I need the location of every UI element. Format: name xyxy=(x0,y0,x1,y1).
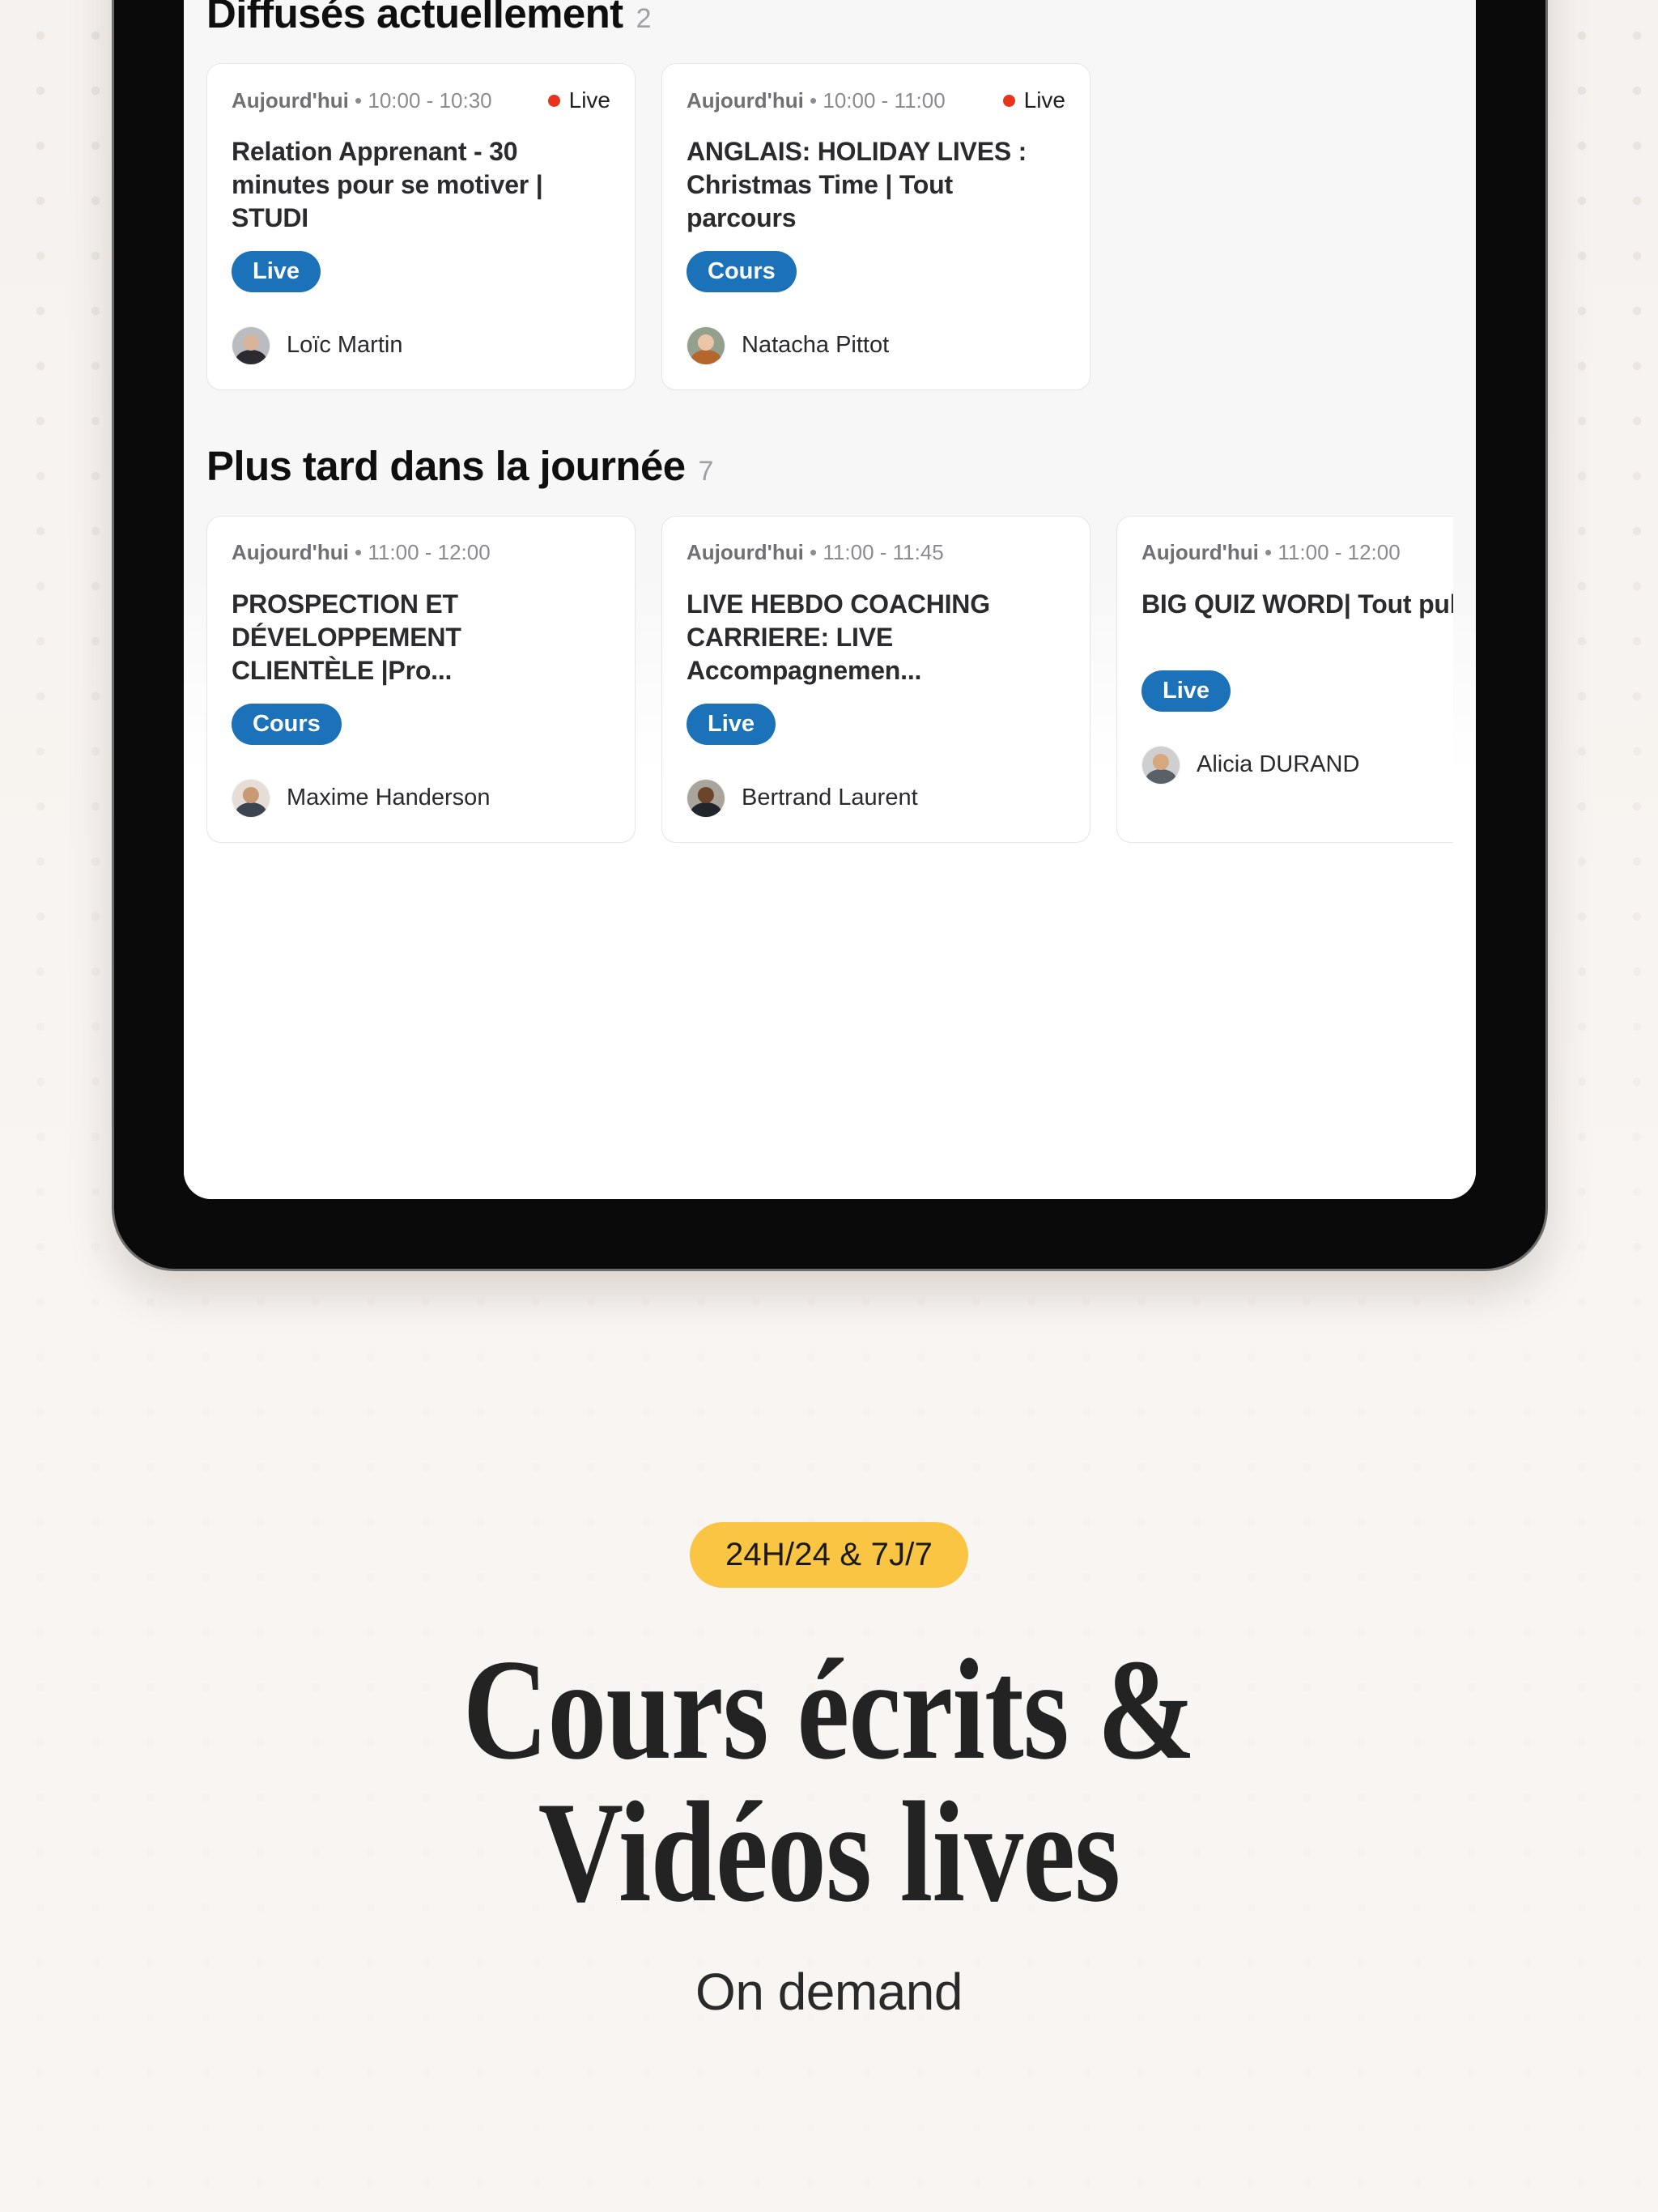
card-title: ANGLAIS: HOLIDAY LIVES : Christmas Time … xyxy=(687,137,1027,232)
card-time: Aujourd'hui • 11:00 - 12:00 xyxy=(1141,540,1401,565)
page-title-line-1: Cours écrits & xyxy=(462,1629,1196,1789)
card-day: Aujourd'hui xyxy=(687,540,804,565)
app-viewport: Rechercher un live Autres formations xyxy=(184,0,1476,1199)
author-name: Loïc Martin xyxy=(287,332,403,359)
card-type-badge: Cours xyxy=(687,250,797,292)
live-card[interactable]: Aujourd'hui • 11:00 - 12:00 BIG QUIZ WOR… xyxy=(1116,515,1453,843)
card-author: Natacha Pittot xyxy=(687,325,1065,365)
live-card[interactable]: Aujourd'hui • 10:00 - 10:30 Live Relatio… xyxy=(206,63,636,390)
author-name: Natacha Pittot xyxy=(742,332,890,359)
card-author: Alicia DURAND xyxy=(1141,745,1453,785)
section-title: Plus tard dans la journée xyxy=(206,442,686,489)
card-header: Aujourd'hui • 11:00 - 12:00 xyxy=(1141,539,1453,567)
card-title: Relation Apprenant - 30 minutes pour se … xyxy=(232,137,543,232)
card-time: Aujourd'hui • 11:00 - 12:00 xyxy=(232,540,491,565)
card-day: Aujourd'hui xyxy=(1141,540,1259,565)
card-timerange: 10:00 - 11:00 xyxy=(823,87,946,113)
card-day: Aujourd'hui xyxy=(232,540,349,565)
card-type-badge: Live xyxy=(687,703,776,745)
card-title: BIG QUIZ WORD| Tout public xyxy=(1141,589,1453,619)
page-title: Cours écrits & Vidéos lives xyxy=(149,1629,1508,1933)
card-author: Loïc Martin xyxy=(232,325,610,365)
section-diffuses-actuellement: Diffusés actuellement 2 Aujourd'hui • 10… xyxy=(184,0,1476,390)
author-name: Maxime Handerson xyxy=(287,785,491,811)
live-card-row: Aujourd'hui • 10:00 - 10:30 Live Relatio… xyxy=(206,63,1453,390)
card-type-badge: Cours xyxy=(232,703,342,745)
tablet-device-frame: Rechercher un live Autres formations xyxy=(112,0,1548,1271)
author-name: Alicia DURAND xyxy=(1197,751,1360,778)
section-count: 2 xyxy=(636,3,652,34)
availability-pill: 24H/24 & 7J/7 xyxy=(689,1522,969,1588)
live-status-flag: Live xyxy=(1002,87,1065,113)
avatar xyxy=(232,325,270,365)
card-header: Aujourd'hui • 10:00 - 11:00 Live xyxy=(687,87,1065,114)
card-timerange: 11:00 - 12:00 xyxy=(1278,540,1401,565)
page-subtitle: On demand xyxy=(695,1963,963,2022)
section-plus-tard-dans-la-journee: Plus tard dans la journée 7 Aujourd'hui … xyxy=(184,442,1476,843)
avatar xyxy=(687,778,725,818)
card-timerange: 11:00 - 12:00 xyxy=(368,540,491,565)
card-time: Aujourd'hui • 10:00 - 10:30 xyxy=(232,87,492,113)
card-header: Aujourd'hui • 11:00 - 11:45 xyxy=(687,539,1065,567)
card-time: Aujourd'hui • 11:00 - 11:45 xyxy=(687,540,944,565)
card-header: Aujourd'hui • 11:00 - 12:00 xyxy=(232,539,610,567)
card-type-badge: Live xyxy=(1141,670,1231,712)
section-header: Diffusés actuellement 2 xyxy=(206,0,1453,37)
live-card[interactable]: Aujourd'hui • 11:00 - 11:45 LIVE HEBDO C… xyxy=(661,515,1090,843)
live-card[interactable]: Aujourd'hui • 11:00 - 12:00 PROSPECTION … xyxy=(206,515,636,843)
author-name: Bertrand Laurent xyxy=(742,785,918,811)
live-status-label: Live xyxy=(1023,87,1065,113)
tablet-screen: Rechercher un live Autres formations xyxy=(184,0,1476,1199)
card-timerange: 11:00 - 11:45 xyxy=(823,540,944,565)
card-author: Bertrand Laurent xyxy=(687,778,1065,818)
hero-section: 24H/24 & 7J/7 Cours écrits & Vidéos live… xyxy=(0,1522,1658,2022)
card-time: Aujourd'hui • 10:00 - 11:00 xyxy=(687,87,946,113)
card-title: LIVE HEBDO COACHING CARRIERE: LIVE Accom… xyxy=(687,589,990,685)
section-header: Plus tard dans la journée 7 xyxy=(206,442,1453,490)
page-title-line-2: Vidéos lives xyxy=(538,1772,1120,1933)
avatar xyxy=(687,325,725,365)
avatar xyxy=(232,778,270,818)
card-author: Maxime Handerson xyxy=(232,778,610,818)
live-status-label: Live xyxy=(568,87,610,113)
card-day: Aujourd'hui xyxy=(232,87,349,113)
avatar xyxy=(1141,745,1180,785)
card-header: Aujourd'hui • 10:00 - 10:30 Live xyxy=(232,87,610,114)
section-title: Diffusés actuellement xyxy=(206,0,623,36)
section-count: 7 xyxy=(698,455,714,487)
card-title: PROSPECTION ET DÉVELOPPEMENT CLIENTÈLE |… xyxy=(232,589,461,685)
live-dot-icon xyxy=(1002,94,1015,107)
card-type-badge: Live xyxy=(232,250,321,292)
card-timerange: 10:00 - 10:30 xyxy=(368,87,492,113)
live-card[interactable]: Aujourd'hui • 10:00 - 11:00 Live ANGLAIS… xyxy=(661,63,1090,390)
card-day: Aujourd'hui xyxy=(687,87,804,113)
live-status-flag: Live xyxy=(547,87,610,113)
live-dot-icon xyxy=(547,94,560,107)
live-card-row: Aujourd'hui • 11:00 - 12:00 PROSPECTION … xyxy=(206,515,1453,843)
